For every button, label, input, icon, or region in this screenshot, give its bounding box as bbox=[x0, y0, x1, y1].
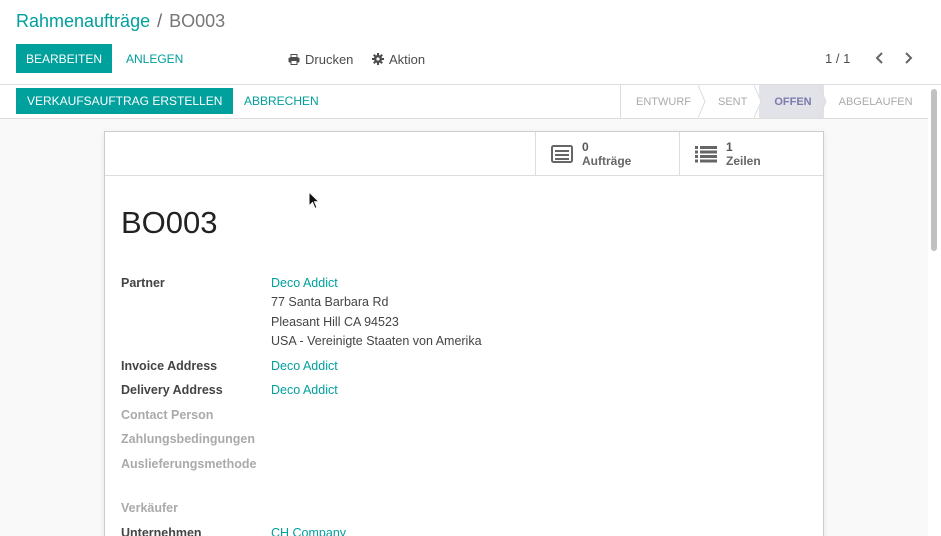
state-draft[interactable]: Entwurf bbox=[621, 85, 706, 118]
partner-address-line: 77 Santa Barbara Rd bbox=[271, 295, 389, 309]
lines-count: 1 bbox=[726, 139, 733, 154]
contact-person-label: Contact Person bbox=[121, 408, 214, 422]
chevron-right-icon[interactable] bbox=[900, 50, 916, 66]
pager-value[interactable]: 1 / 1 bbox=[825, 51, 850, 66]
salesperson-label: Verkäufer bbox=[121, 501, 178, 515]
print-icon bbox=[288, 53, 300, 65]
control-panel: Rahmenaufträge / BO003 Bearbeiten Anlege… bbox=[0, 0, 941, 85]
create-sale-order-button[interactable]: Verkaufsauftrag erstellen bbox=[16, 88, 234, 114]
partner-label: Partner bbox=[121, 276, 165, 290]
mouse-cursor-icon bbox=[308, 191, 320, 210]
shipping-method-label: Auslieferungsmethode bbox=[121, 457, 257, 471]
delivery-address-link[interactable]: Deco Addict bbox=[271, 383, 338, 397]
smart-button-box: 0 Aufträge 1 Zeilen bbox=[105, 132, 823, 176]
invoice-address-link[interactable]: Deco Addict bbox=[271, 359, 338, 373]
action-label: Aktion bbox=[389, 51, 426, 67]
company-label: Unternehmen bbox=[121, 526, 202, 536]
scrollbar-thumb[interactable] bbox=[931, 89, 937, 251]
partner-link[interactable]: Deco Addict bbox=[271, 276, 338, 290]
company-link[interactable]: CH Company bbox=[271, 526, 346, 536]
lines-label: Zeilen bbox=[726, 153, 761, 168]
state-expired[interactable]: Abgelaufen bbox=[824, 85, 925, 118]
breadcrumb: Rahmenaufträge / BO003 bbox=[16, 11, 225, 32]
form-sheet: 0 Aufträge 1 Zeilen BO003 Partner Deco A… bbox=[104, 131, 824, 536]
partner-address-line: Pleasant Hill CA 94523 bbox=[271, 315, 399, 329]
state-label: Entwurf bbox=[636, 95, 691, 108]
edit-button[interactable]: Bearbeiten bbox=[16, 44, 113, 73]
list-icon bbox=[695, 146, 717, 163]
action-dropdown-button[interactable]: Aktion bbox=[372, 45, 425, 73]
breadcrumb-separator: / bbox=[157, 11, 163, 31]
chevron-separator-icon bbox=[754, 85, 762, 118]
status-steps: Entwurf Sent Offen Abgelaufen bbox=[620, 85, 925, 118]
orders-label: Aufträge bbox=[582, 153, 632, 168]
delivery-address-label: Delivery Address bbox=[121, 383, 223, 397]
chevron-separator-icon bbox=[818, 85, 827, 118]
record-title: BO003 bbox=[121, 205, 218, 240]
list-alt-icon bbox=[551, 145, 573, 163]
invoice-address-label: Invoice Address bbox=[121, 359, 218, 373]
form-statusbar: Verkaufsauftrag erstellen Abbrechen Entw… bbox=[0, 85, 928, 119]
state-open[interactable]: Offen bbox=[759, 85, 827, 118]
breadcrumb-current: BO003 bbox=[169, 11, 226, 31]
breadcrumb-parent-link[interactable]: Rahmenaufträge bbox=[16, 11, 150, 32]
orders-count: 0 bbox=[582, 139, 589, 154]
gear-icon bbox=[372, 53, 384, 65]
lines-smart-button[interactable]: 1 Zeilen bbox=[679, 132, 823, 176]
cancel-button[interactable]: Abbrechen bbox=[234, 88, 329, 114]
state-sent[interactable]: Sent bbox=[703, 85, 762, 118]
payment-terms-label: Zahlungsbedingungen bbox=[121, 432, 256, 446]
state-label: Abgelaufen bbox=[838, 95, 913, 108]
state-label: Offen bbox=[774, 95, 812, 108]
state-label: Sent bbox=[718, 95, 748, 108]
print-dropdown-button[interactable]: Drucken bbox=[288, 45, 353, 73]
print-label: Drucken bbox=[305, 51, 354, 67]
vertical-scrollbar[interactable] bbox=[928, 85, 941, 536]
create-button[interactable]: Anlegen bbox=[116, 44, 193, 73]
partner-address-line: USA - Vereinigte Staaten von Amerika bbox=[271, 334, 482, 348]
chevron-separator-icon bbox=[698, 85, 706, 118]
chevron-left-icon[interactable] bbox=[872, 50, 888, 66]
orders-smart-button[interactable]: 0 Aufträge bbox=[535, 132, 679, 176]
